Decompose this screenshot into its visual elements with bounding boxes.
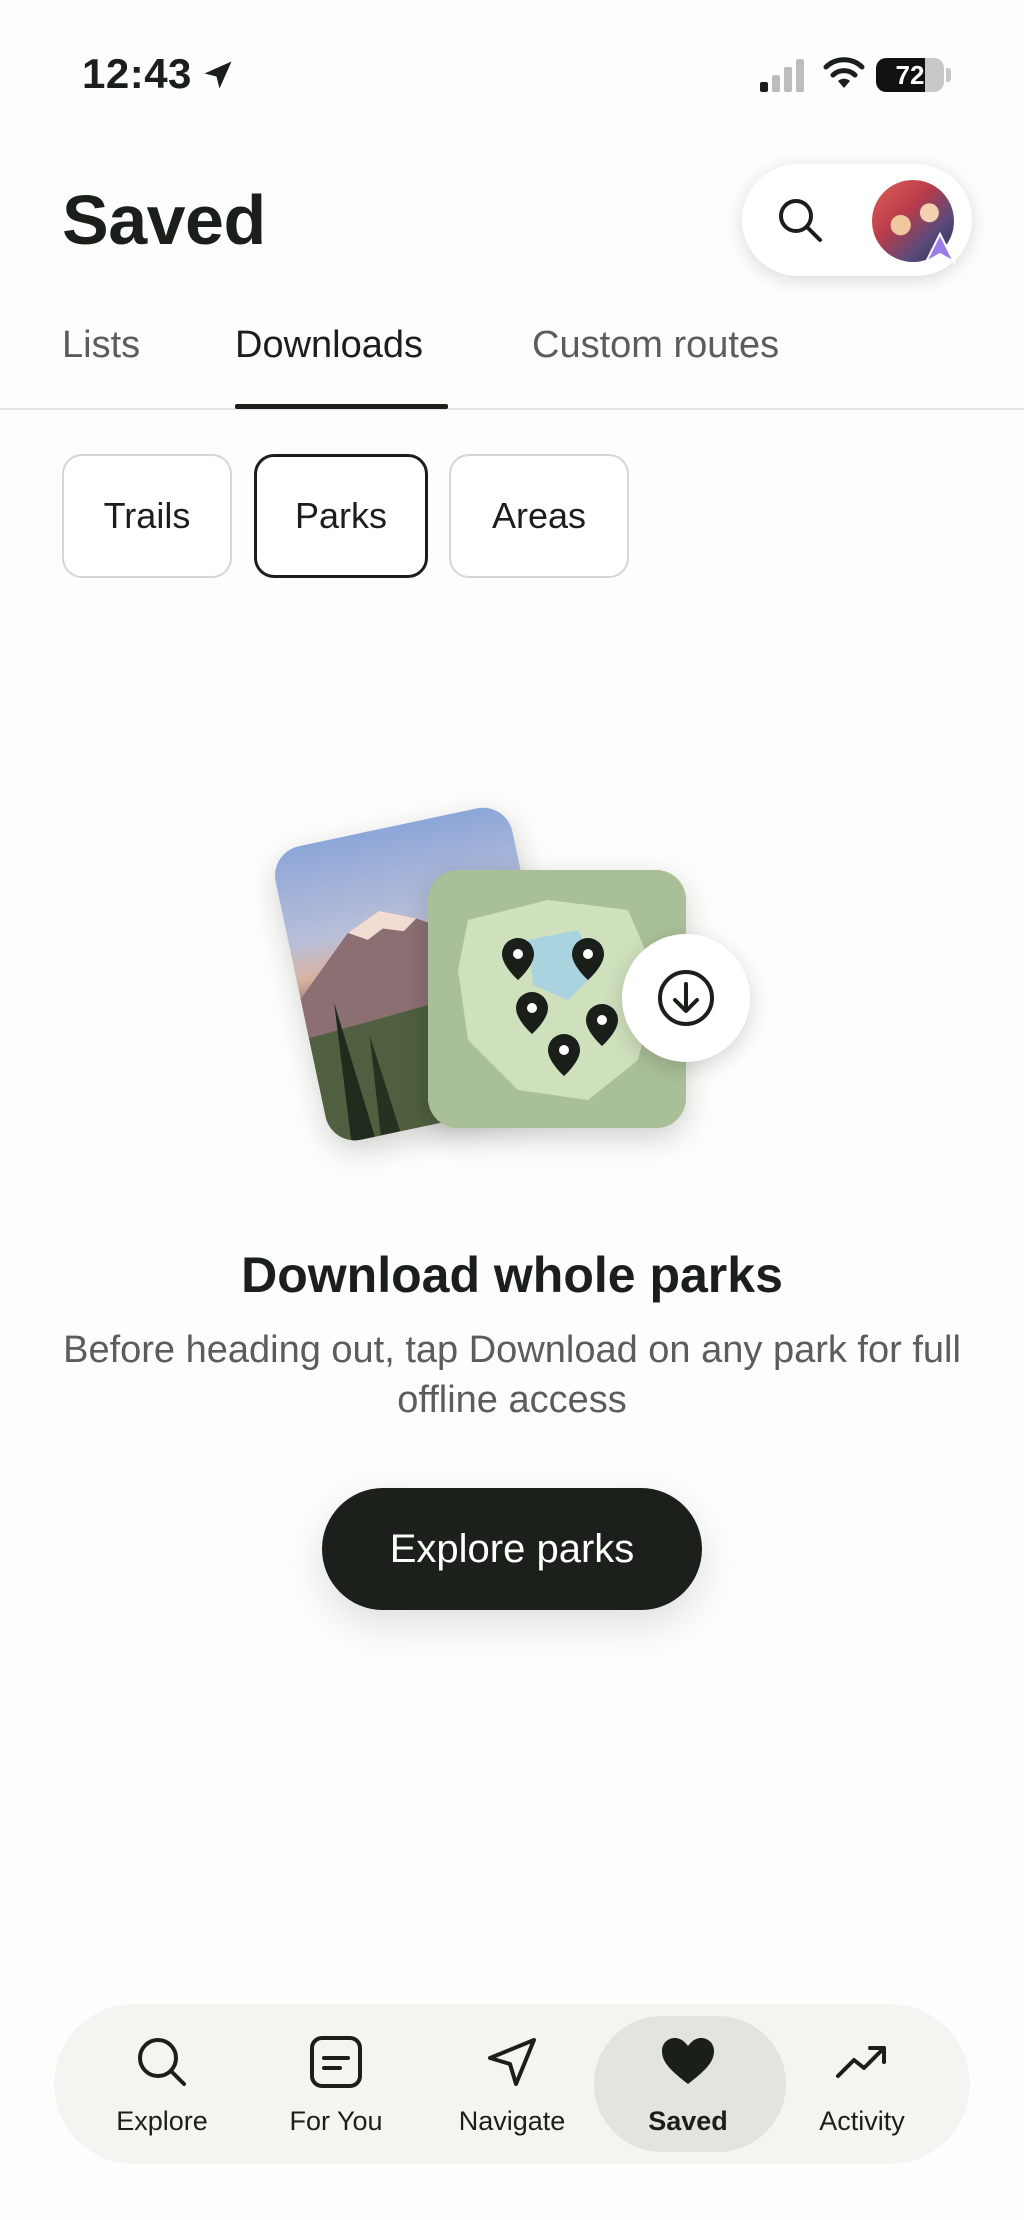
download-badge: [622, 934, 750, 1062]
status-bar: 12:43 72: [0, 0, 1024, 150]
empty-state-description: Before heading out, tap Download on any …: [63, 1329, 961, 1421]
tab-lists[interactable]: Lists: [62, 324, 140, 367]
navigation-badge-icon: [923, 231, 957, 265]
search-icon[interactable]: [774, 194, 826, 246]
header-actions: [742, 164, 972, 276]
battery-percentage: 72: [895, 60, 925, 90]
download-parks-illustration: [269, 802, 770, 1170]
tab-downloads[interactable]: Downloads: [235, 324, 423, 367]
search-icon: [138, 2038, 186, 2086]
nav-activity[interactable]: Activity: [774, 2004, 950, 2164]
nav-navigate-label: Navigate: [458, 2106, 566, 2136]
empty-state-title: Download whole parks: [241, 1247, 783, 1303]
nav-activity-label: Activity: [819, 2106, 905, 2136]
activity-icon: [836, 2046, 886, 2078]
nav-for-you-label: For You: [289, 2106, 383, 2136]
saved-screen: 12:43 72 Saved Lists Downloads Custom ro…: [0, 0, 1024, 2220]
battery-tip: [946, 68, 951, 82]
nav-explore-label: Explore: [116, 2106, 208, 2136]
navigate-icon: [488, 2038, 536, 2086]
page-title: Saved: [62, 181, 266, 259]
tab-custom-routes[interactable]: Custom routes: [532, 324, 779, 367]
heart-icon: [662, 2038, 714, 2084]
feed-icon: [310, 2036, 362, 2088]
nav-saved[interactable]: Saved: [594, 2004, 786, 2164]
nav-navigate[interactable]: Navigate: [424, 2004, 600, 2164]
battery-icon: 72: [876, 58, 944, 92]
bottom-navigation: Explore For You Navigate Saved Activity: [54, 2004, 970, 2164]
cellular-signal-icon: [760, 59, 804, 92]
nav-saved-label: Saved: [648, 2106, 728, 2136]
nav-explore[interactable]: Explore: [74, 2004, 250, 2164]
download-icon: [658, 970, 714, 1026]
filter-chip-parks[interactable]: Parks: [254, 454, 428, 578]
location-arrow-icon: [204, 61, 232, 89]
nav-for-you[interactable]: For You: [248, 2004, 424, 2164]
status-time: 12:43: [82, 50, 192, 97]
filter-chip-areas[interactable]: Areas: [449, 454, 629, 578]
tab-bar: Lists Downloads Custom routes: [0, 300, 1024, 410]
wifi-icon: [823, 57, 865, 88]
explore-parks-button[interactable]: Explore parks: [322, 1488, 702, 1610]
active-tab-indicator: [235, 404, 448, 409]
filter-chip-trails[interactable]: Trails: [62, 454, 232, 578]
